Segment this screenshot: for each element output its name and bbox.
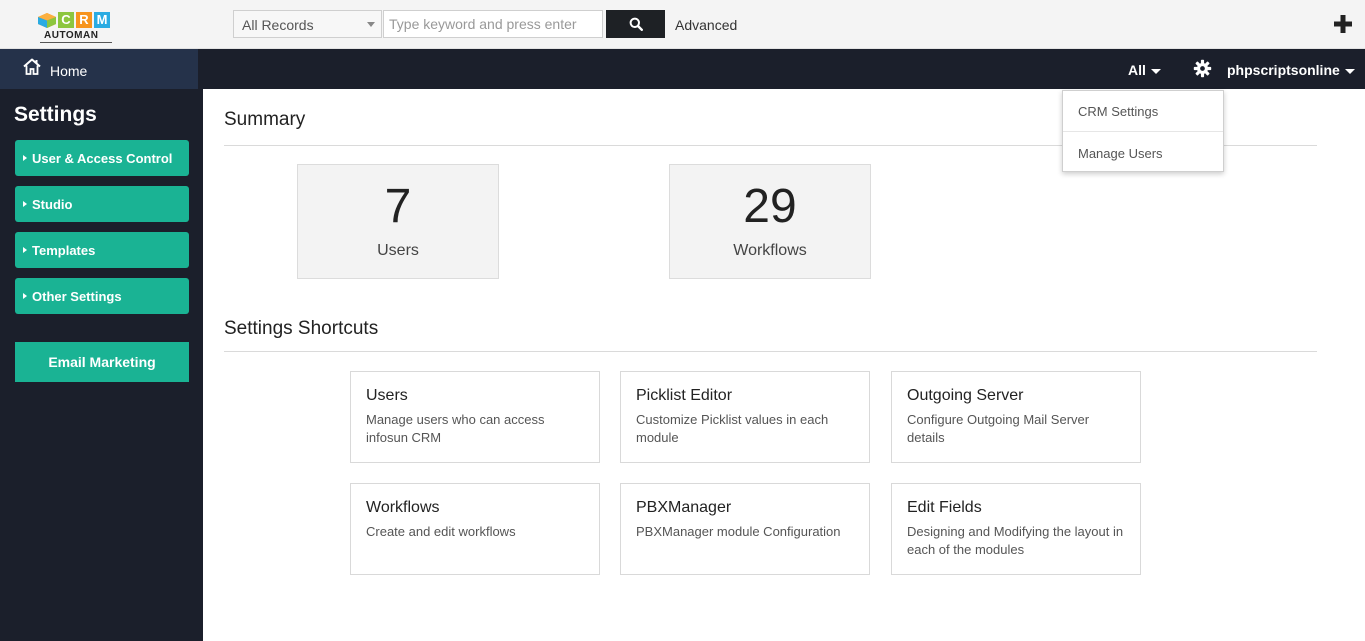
logo-letters: C R M — [58, 12, 110, 28]
shortcut-description: PBXManager module Configuration — [636, 524, 841, 539]
shortcut-card-users[interactable]: Users Manage users who can access infosu… — [350, 371, 600, 463]
sidebar-item-label: User & Access Control — [32, 151, 173, 166]
logo-letter-c: C — [58, 12, 74, 28]
home-icon — [23, 58, 41, 75]
workflows-stat-card[interactable]: 29 Workflows — [669, 164, 871, 279]
search-icon — [629, 17, 643, 31]
shortcut-title: Picklist Editor — [636, 387, 733, 404]
sidebar-item-templates[interactable]: Templates — [15, 232, 189, 268]
shortcut-card-outgoing-server[interactable]: Outgoing Server Configure Outgoing Mail … — [891, 371, 1141, 463]
stat-value: 29 — [743, 180, 797, 233]
shortcut-description: Designing and Modifying the layout in ea… — [907, 524, 1124, 557]
top-bar: C R M AUTOMAN All Records Advanced — [0, 0, 1365, 49]
gear-icon — [1193, 59, 1212, 78]
plus-icon — [1334, 15, 1352, 33]
sidebar-item-studio[interactable]: Studio — [15, 186, 189, 222]
all-filter-dropdown[interactable]: All — [1128, 62, 1161, 78]
shortcuts-divider — [224, 351, 1317, 352]
home-tab[interactable]: Home — [0, 49, 198, 89]
stat-value: 7 — [384, 180, 412, 233]
shortcut-card-edit-fields[interactable]: Edit Fields Designing and Modifying the … — [891, 483, 1141, 575]
caret-down-icon — [1150, 68, 1161, 74]
caret-right-icon — [23, 201, 27, 207]
caret-right-icon — [23, 155, 27, 161]
shortcut-description: Manage users who can access infosun CRM — [366, 412, 545, 445]
sidebar-item-other-settings[interactable]: Other Settings — [15, 278, 189, 314]
search-scope-select[interactable]: All Records — [233, 10, 382, 38]
shortcut-title: PBXManager — [636, 499, 732, 516]
app-root: C R M AUTOMAN All Records Advanced — [0, 0, 1365, 641]
shortcut-title: Workflows — [366, 499, 440, 516]
shortcuts-title: Settings Shortcuts — [224, 318, 379, 339]
menu-item-manage-users[interactable]: Manage Users — [1063, 133, 1223, 173]
shortcut-title: Users — [366, 387, 408, 404]
logo-mark-icon — [38, 13, 56, 28]
user-name-label: phpscriptsonline — [1227, 62, 1340, 78]
logo-subtitle: AUTOMAN — [44, 30, 99, 41]
quick-create-button[interactable] — [1331, 12, 1355, 36]
advanced-search-link[interactable]: Advanced — [675, 17, 737, 33]
users-stat-card[interactable]: 7 Users — [297, 164, 499, 279]
sidebar-title: Settings — [14, 103, 97, 126]
menu-divider — [1063, 131, 1223, 132]
caret-right-icon — [23, 293, 27, 299]
shortcut-description: Configure Outgoing Mail Server details — [907, 412, 1090, 445]
stat-label: Users — [377, 242, 419, 259]
shortcut-card-picklist-editor[interactable]: Picklist Editor Customize Picklist value… — [620, 371, 870, 463]
search-scope-value: All Records — [242, 17, 314, 33]
logo-underline — [40, 42, 112, 43]
settings-sidebar: Settings User & Access Control Studio Te… — [0, 89, 203, 641]
logo-letter-r: R — [76, 12, 92, 28]
chevron-down-icon — [367, 22, 375, 27]
search-input[interactable] — [383, 10, 603, 38]
menu-item-crm-settings[interactable]: CRM Settings — [1063, 91, 1223, 131]
shortcut-title: Edit Fields — [907, 499, 982, 516]
shortcut-title: Outgoing Server — [907, 387, 1024, 404]
settings-gear-button[interactable] — [1193, 59, 1212, 83]
sidebar-item-user-access-control[interactable]: User & Access Control — [15, 140, 189, 176]
email-marketing-button[interactable]: Email Marketing — [15, 342, 189, 382]
summary-title: Summary — [224, 109, 306, 130]
user-menu-dropdown[interactable]: phpscriptsonline — [1227, 62, 1355, 78]
sidebar-item-label: Other Settings — [32, 289, 122, 304]
stat-label: Workflows — [733, 242, 807, 259]
logo-letter-m: M — [94, 12, 110, 28]
shortcut-card-workflows[interactable]: Workflows Create and edit workflows — [350, 483, 600, 575]
shortcut-description: Create and edit workflows — [366, 524, 516, 539]
home-label: Home — [50, 63, 88, 79]
crm-logo[interactable]: C R M AUTOMAN — [38, 12, 114, 44]
all-filter-label: All — [1128, 62, 1146, 78]
caret-down-icon — [1344, 68, 1355, 74]
caret-right-icon — [23, 247, 27, 253]
sidebar-item-label: Studio — [32, 197, 73, 212]
shortcut-description: Customize Picklist values in each module — [636, 412, 829, 445]
search-button[interactable] — [606, 10, 665, 38]
settings-dropdown-menu: CRM Settings Manage Users — [1062, 90, 1224, 172]
shortcut-card-pbxmanager[interactable]: PBXManager PBXManager module Configurati… — [620, 483, 870, 575]
sidebar-item-label: Templates — [32, 243, 96, 258]
